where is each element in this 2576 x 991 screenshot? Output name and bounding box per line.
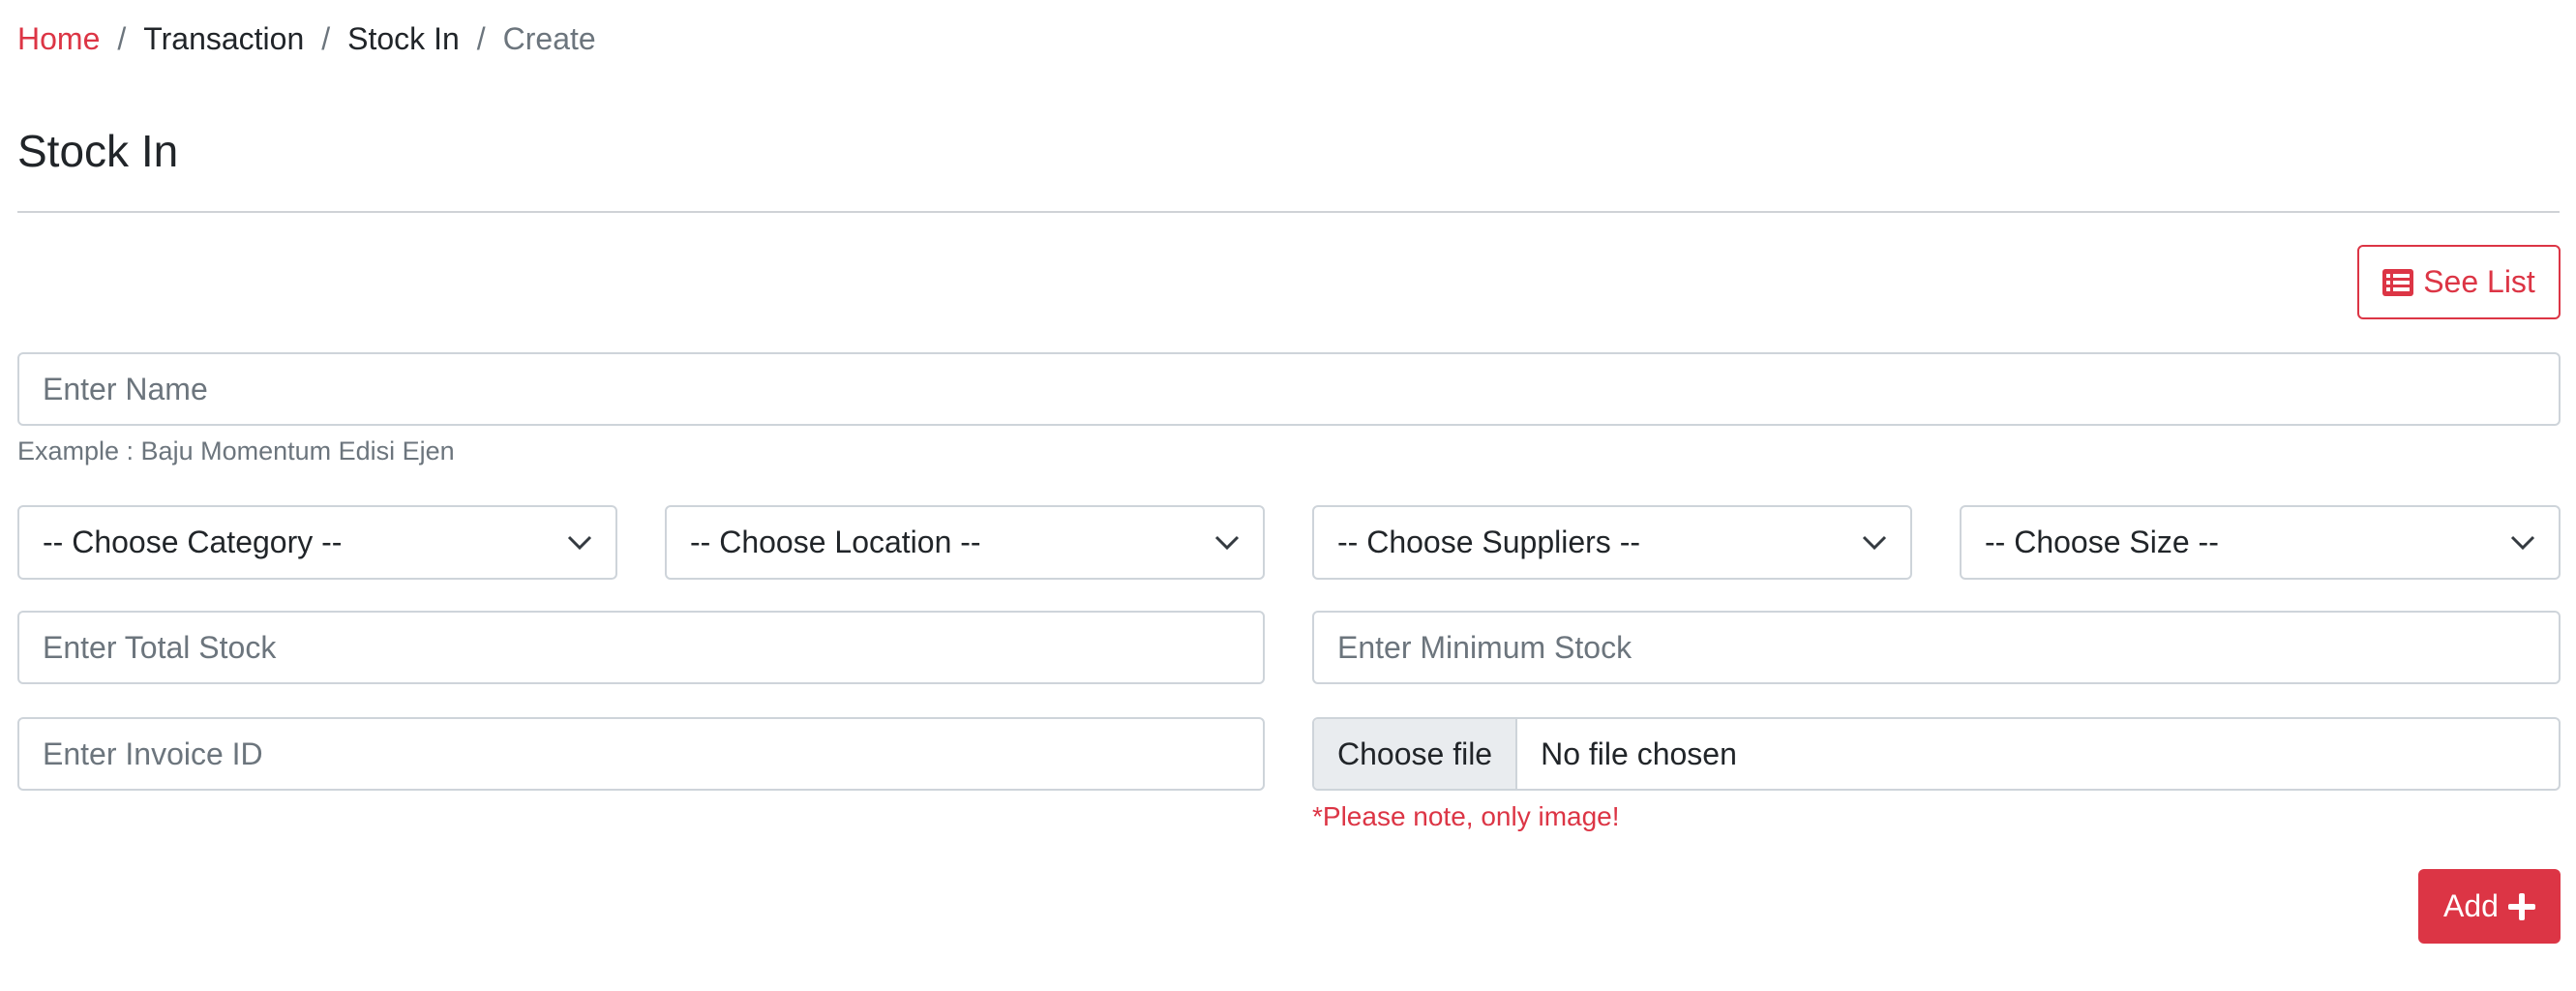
minimum-stock-input[interactable] (1337, 629, 2535, 666)
plus-icon (2507, 892, 2535, 920)
total-stock-input[interactable] (43, 629, 1240, 666)
category-select-value: -- Choose Category -- (43, 525, 343, 559)
location-select-value: -- Choose Location -- (690, 525, 981, 559)
size-select[interactable]: -- Choose Size -- (1960, 505, 2561, 580)
file-note: *Please note, only image! (1312, 801, 1620, 831)
choose-file-button[interactable]: Choose file (1314, 719, 1518, 789)
add-button[interactable]: Add (2418, 869, 2561, 944)
breadcrumb-home-link[interactable]: Home (17, 21, 100, 57)
invoice-field[interactable] (17, 717, 1265, 791)
see-list-button[interactable]: See List (2357, 245, 2561, 319)
name-input[interactable] (43, 371, 2535, 407)
size-select-value: -- Choose Size -- (1985, 525, 2219, 559)
invoice-input[interactable] (43, 736, 1240, 772)
chevron-down-icon (567, 535, 592, 550)
name-help-text: Example : Baju Momentum Edisi Ejen (17, 436, 455, 465)
breadcrumb-current: Create (502, 20, 596, 56)
breadcrumb-transaction-link[interactable]: Transaction (143, 21, 304, 57)
chevron-down-icon (1862, 535, 1887, 550)
list-icon (2382, 268, 2414, 296)
location-select[interactable]: -- Choose Location -- (665, 505, 1265, 580)
chevron-down-icon (1214, 535, 1240, 550)
name-field[interactable] (17, 352, 2561, 426)
suppliers-select-value: -- Choose Suppliers -- (1337, 525, 1640, 559)
suppliers-select[interactable]: -- Choose Suppliers -- (1312, 505, 1912, 580)
chevron-down-icon (2510, 535, 2535, 550)
minimum-stock-field[interactable] (1312, 611, 2561, 684)
breadcrumb-separator: / (476, 20, 486, 56)
title-divider (17, 211, 2560, 213)
category-select[interactable]: -- Choose Category -- (17, 505, 617, 580)
breadcrumb-stock-in-link[interactable]: Stock In (347, 21, 460, 57)
breadcrumb-separator: / (321, 20, 331, 56)
total-stock-field[interactable] (17, 611, 1265, 684)
add-button-label: Add (2443, 888, 2499, 923)
file-status-text: No file chosen (1541, 736, 1737, 771)
breadcrumb: Home / Transaction / Stock In / Create (17, 17, 596, 60)
page-title: Stock In (17, 126, 179, 176)
image-file-field[interactable]: Choose file No file chosen (1312, 717, 2561, 791)
breadcrumb-separator: / (117, 20, 127, 56)
see-list-label: See List (2423, 264, 2535, 299)
